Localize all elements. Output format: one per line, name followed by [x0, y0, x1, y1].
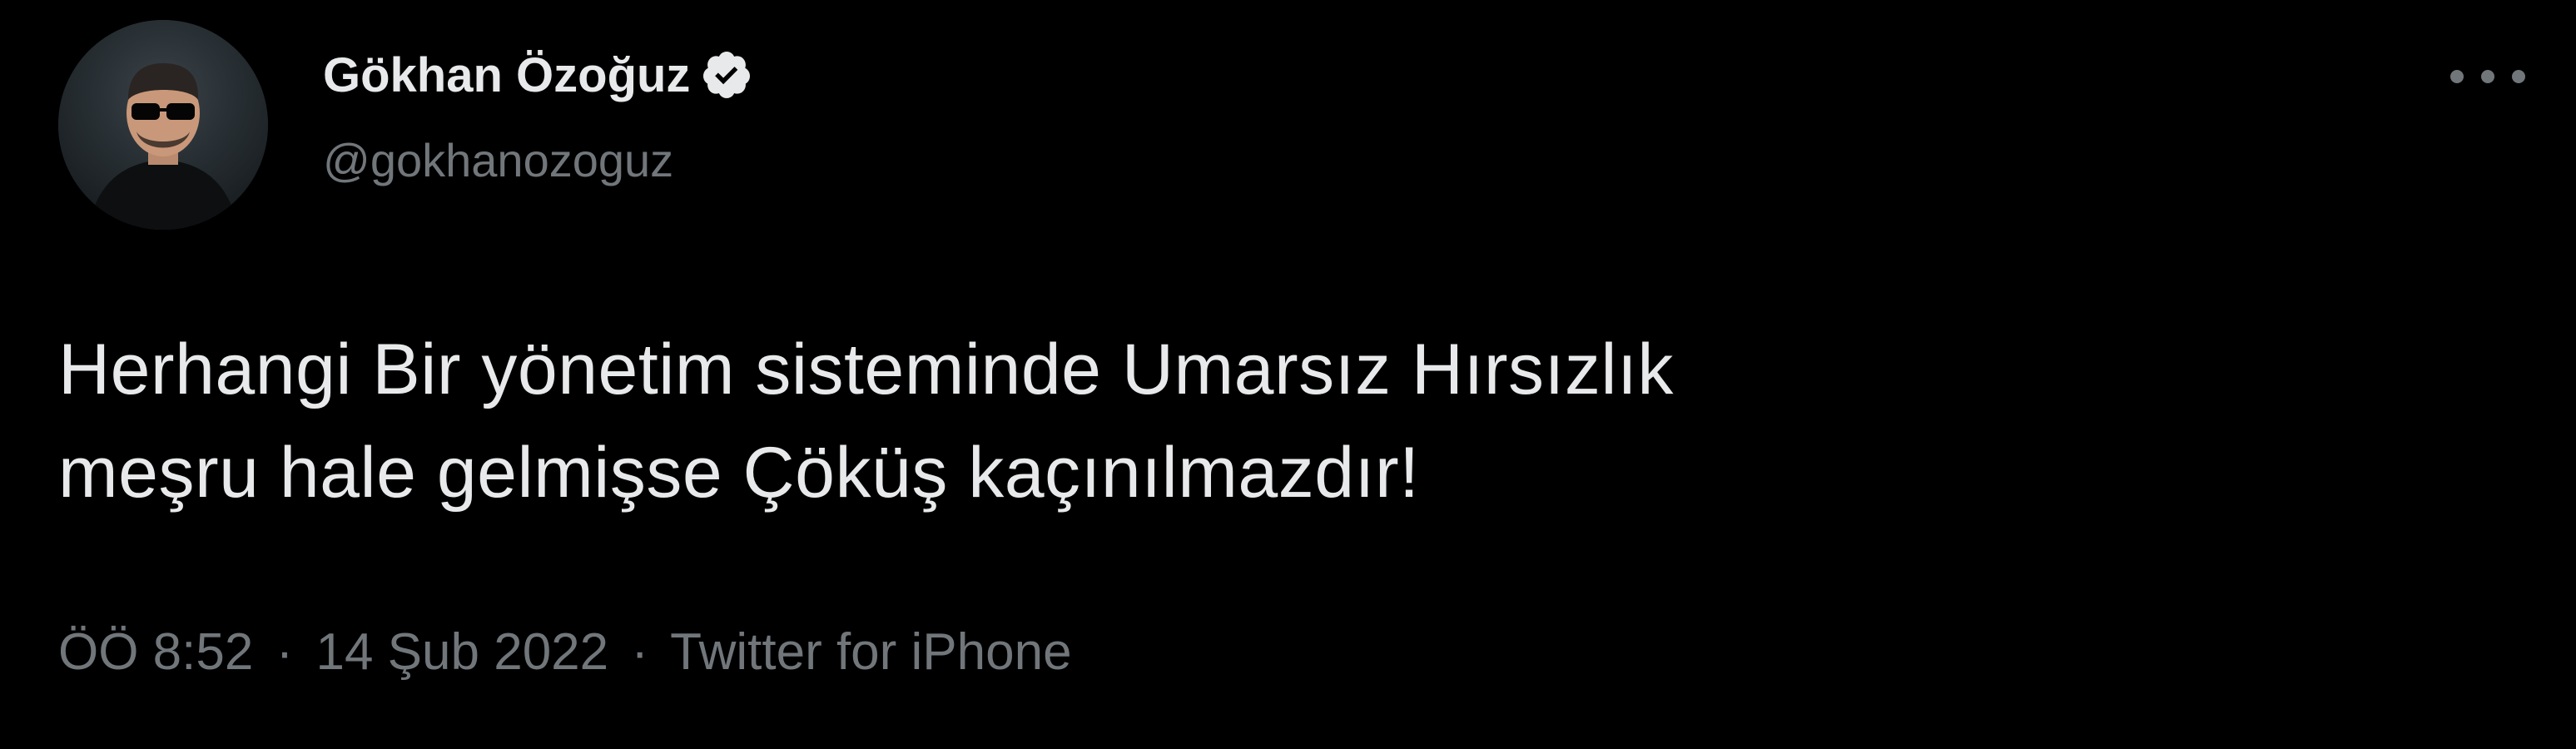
more-options-icon[interactable]	[2450, 52, 2525, 102]
author-handle[interactable]: @gokhanozoguz	[323, 133, 673, 187]
tweet-source[interactable]: Twitter for iPhone	[670, 623, 1071, 681]
author-display-name[interactable]: Gökhan Özoğuz	[323, 47, 690, 103]
tweet-card: Gökhan Özoğuz @gokhanozoguz Herhangi Bir…	[0, 0, 2576, 749]
author-name-row: Gökhan Özoğuz	[323, 42, 753, 108]
meta-separator: ·	[275, 623, 294, 681]
more-dot	[2450, 70, 2464, 83]
meta-separator: ·	[631, 623, 649, 681]
tweet-meta: ÖÖ 8:52 · 14 Şub 2022 · Twitter for iPho…	[58, 623, 1072, 682]
verified-badge-icon	[700, 48, 753, 102]
more-dot	[2512, 70, 2525, 83]
tweet-text-line: meşru hale gelmişse Çöküş kaçınılmazdır!	[58, 433, 1420, 513]
tweet-time[interactable]: ÖÖ 8:52	[58, 623, 253, 681]
more-dot	[2481, 70, 2494, 83]
tweet-date[interactable]: 14 Şub 2022	[315, 623, 608, 681]
avatar[interactable]	[58, 20, 268, 230]
tweet-text-line: Herhangi Bir yönetim sisteminde Umarsız …	[58, 330, 1674, 409]
tweet-text: Herhangi Bir yönetim sisteminde Umarsız …	[58, 318, 2472, 524]
profile-photo-icon	[58, 20, 268, 230]
